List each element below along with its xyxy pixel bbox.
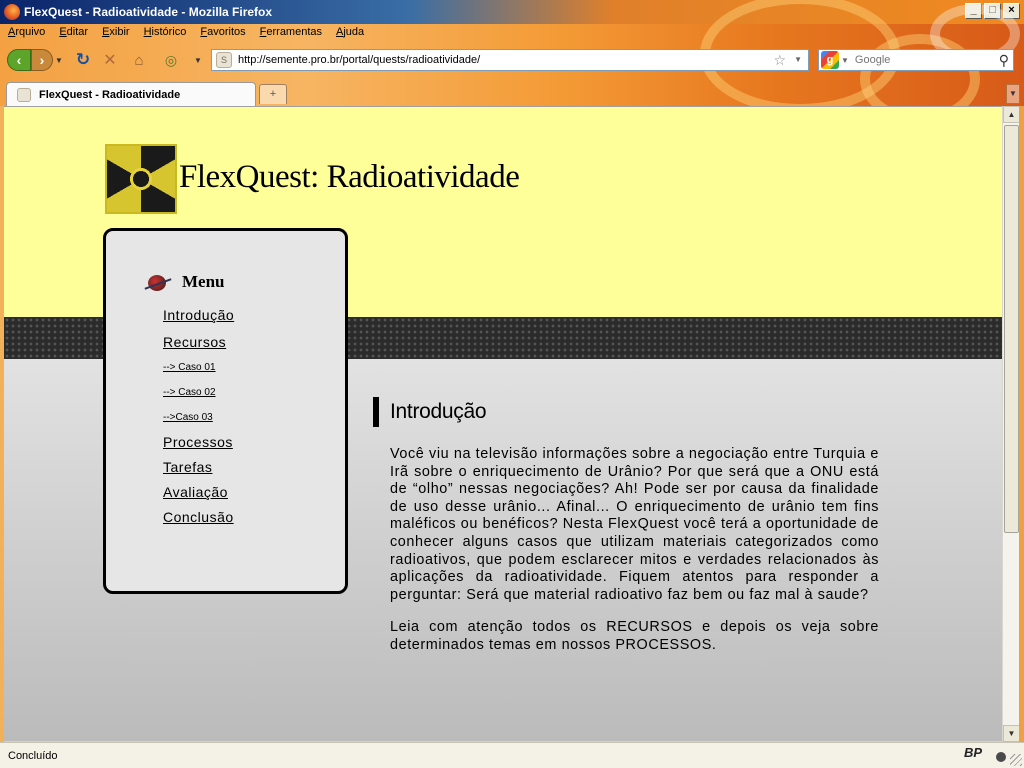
addon-button[interactable]: ◎ — [160, 49, 182, 71]
history-dropdown-button[interactable]: ▼ — [54, 49, 64, 71]
reload-button[interactable]: ↻ — [72, 49, 94, 71]
status-dot-icon — [996, 752, 1006, 762]
bp-addon-badge[interactable]: BP — [964, 745, 994, 765]
home-icon: ⌂ — [134, 51, 144, 69]
menu-atom-icon — [144, 269, 172, 295]
reload-icon: ↻ — [75, 50, 91, 69]
menu-list: Introdução Recursos --> Caso 01 --> Caso… — [163, 307, 234, 534]
menu-ferramentas[interactable]: Ferramentas — [252, 24, 328, 42]
url-text: http://semente.pro.br/portal/quests/radi… — [238, 54, 481, 66]
menu-link-caso-03[interactable]: -->Caso 03 — [163, 409, 234, 434]
tab-label: FlexQuest - Radioatividade — [39, 88, 181, 101]
menu-link-introducao[interactable]: Introdução — [163, 307, 234, 334]
new-tab-button[interactable]: + — [259, 84, 287, 104]
chevron-down-icon: ▼ — [194, 55, 202, 65]
menu-link-caso-02[interactable]: --> Caso 02 — [163, 384, 234, 409]
menu-link-tarefas[interactable]: Tarefas — [163, 459, 234, 484]
forward-button[interactable]: › — [31, 49, 53, 71]
menu-arquivo[interactable]: Arquivo — [0, 24, 51, 42]
search-input[interactable] — [854, 54, 985, 66]
site-favicon: S — [216, 52, 232, 68]
page-viewport: FlexQuest: Radioatividade Menu Introduçã… — [4, 106, 1002, 741]
search-engine-dropdown-icon[interactable]: ▼ — [841, 56, 849, 65]
tab-flexquest[interactable]: FlexQuest - Radioatividade — [6, 82, 256, 106]
home-button[interactable]: ⌂ — [128, 49, 150, 71]
menu-editar[interactable]: Editar — [51, 24, 94, 42]
status-text: Concluído — [8, 749, 58, 762]
menu-link-processos[interactable]: Processos — [163, 434, 234, 459]
radiation-logo-icon — [105, 144, 177, 214]
content-paragraph: Você viu na televisão informações sobre … — [390, 446, 879, 603]
scroll-down-button[interactable]: ▼ — [1003, 725, 1020, 742]
scrollbar-thumb[interactable] — [1004, 125, 1019, 533]
chevron-up-icon: ▲ — [1007, 110, 1016, 119]
status-bar: Concluído BP — [0, 742, 1024, 768]
search-box[interactable]: g ▼ ⚲ — [818, 49, 1014, 71]
tab-favicon — [17, 87, 31, 102]
chevron-down-icon: ▼ — [1007, 729, 1016, 738]
menu-bar: Arquivo Editar Exibir Histórico Favorito… — [0, 24, 370, 42]
scroll-up-button[interactable]: ▲ — [1003, 106, 1020, 123]
forward-arrow-icon: › — [39, 52, 45, 68]
back-button[interactable]: ‹ — [7, 49, 31, 71]
chevron-down-icon: ▼ — [1009, 89, 1017, 98]
menu-title: Menu — [182, 272, 225, 291]
search-magnifier-icon[interactable]: ⚲ — [999, 52, 1009, 69]
chevron-down-icon: ▼ — [55, 55, 63, 65]
bookmark-star-icon[interactable]: ☆ — [773, 52, 786, 69]
url-dropdown-icon[interactable]: ▼ — [794, 55, 802, 64]
stop-button[interactable]: ✕ — [99, 49, 121, 71]
menu-panel: Menu Introdução Recursos --> Caso 01 -->… — [103, 228, 348, 594]
menu-link-avaliacao[interactable]: Avaliação — [163, 484, 234, 509]
tab-strip: FlexQuest - Radioatividade + ▼ — [0, 80, 1024, 106]
menu-link-caso-01[interactable]: --> Caso 01 — [163, 359, 234, 384]
address-bar[interactable]: S http://semente.pro.br/portal/quests/ra… — [211, 49, 809, 71]
site-title: FlexQuest: Radioatividade — [179, 159, 520, 195]
menu-historico[interactable]: Histórico — [136, 24, 193, 42]
menu-exibir[interactable]: Exibir — [94, 24, 136, 42]
back-arrow-icon: ‹ — [16, 52, 22, 68]
menu-link-recursos[interactable]: Recursos — [163, 334, 234, 359]
tab-list-button[interactable]: ▼ — [1006, 84, 1020, 104]
main-content: Introdução Você viu na televisão informa… — [373, 397, 879, 670]
content-heading: Introdução — [373, 397, 879, 427]
content-paragraph: Leia com atenção todos os RECURSOS e dep… — [390, 619, 879, 653]
menu-favoritos[interactable]: Favoritos — [192, 24, 251, 42]
menu-header: Menu — [144, 269, 225, 295]
new-tab-icon: + — [269, 88, 277, 100]
vertical-scrollbar[interactable]: ▲ ▼ — [1002, 106, 1020, 742]
stop-icon: ✕ — [103, 52, 117, 69]
menu-link-conclusao[interactable]: Conclusão — [163, 509, 234, 534]
firefox-icon — [4, 4, 20, 20]
menu-ajuda[interactable]: Ajuda — [328, 24, 370, 42]
addon-icon: ◎ — [164, 51, 178, 68]
google-icon[interactable]: g — [821, 51, 839, 69]
window-frame-right — [1019, 106, 1024, 742]
addon-dropdown-button[interactable]: ▼ — [192, 49, 204, 71]
resize-grip[interactable] — [1010, 754, 1022, 766]
window-title: FlexQuest - Radioatividade - Mozilla Fir… — [24, 5, 273, 19]
